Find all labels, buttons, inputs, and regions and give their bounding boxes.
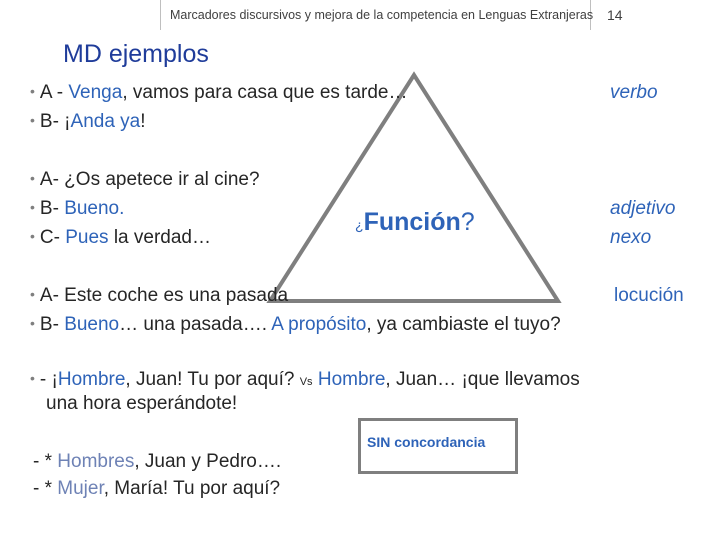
line-text: , Juan… ¡que llevamos bbox=[385, 369, 580, 390]
marker-anda-ya: Anda ya bbox=[70, 111, 141, 132]
dialogue-line-a1: • A - Venga, vamos para casa que es tarde… bbox=[30, 82, 407, 104]
dialogue-line-b2: • B- Bueno. bbox=[30, 198, 124, 220]
dialogue-line-a3: • A- Este coche es una pasada bbox=[30, 285, 288, 307]
concordancia-label: SIN concordancia bbox=[367, 434, 486, 450]
line-text: - * bbox=[33, 478, 58, 499]
line-text: ! bbox=[140, 111, 146, 132]
bullet-icon: • bbox=[30, 228, 35, 244]
triangle-label: ¿Función? bbox=[355, 208, 475, 237]
line-text: … una pasada…. bbox=[119, 314, 272, 335]
example-hombres: - * Hombres, Juan y Pedro…. bbox=[33, 451, 281, 473]
label-nexo: nexo bbox=[610, 227, 652, 248]
marker-bueno: Bueno. bbox=[64, 198, 125, 219]
line-text: , vamos para casa que es tarde… bbox=[122, 82, 408, 103]
line-text: , Juan y Pedro…. bbox=[134, 451, 282, 472]
line-text: - * bbox=[33, 451, 58, 472]
bullet-icon: • bbox=[30, 112, 35, 128]
bullet-icon: • bbox=[30, 315, 35, 331]
label-locucion: locución bbox=[614, 285, 684, 306]
line-text: , ya cambiaste el tuyo? bbox=[366, 314, 561, 335]
line-text: A- ¿Os apetece ir al cine? bbox=[39, 169, 260, 190]
example-mujer: - * Mujer, María! Tu por aquí? bbox=[33, 478, 280, 500]
vs-label: Vs bbox=[299, 376, 313, 388]
line-text: B- bbox=[39, 198, 65, 219]
marker-bueno-2: Bueno bbox=[64, 314, 120, 335]
marker-a-proposito: A propósito bbox=[271, 314, 367, 335]
dialogue-line-a2: • A- ¿Os apetece ir al cine? bbox=[30, 169, 260, 191]
line-text: , María! Tu por aquí? bbox=[103, 478, 281, 499]
label-funcion: Función bbox=[363, 208, 461, 236]
label-prefix: ¿ bbox=[355, 217, 364, 233]
bullet-icon: • bbox=[30, 83, 35, 99]
marker-venga: Venga bbox=[68, 82, 123, 103]
line-text: - ¡ bbox=[39, 369, 58, 390]
marker-hombres: Hombres bbox=[57, 451, 135, 472]
dialogue-line-b3: • B- Bueno… una pasada…. A propósito, ya … bbox=[30, 314, 561, 336]
bullet-icon: • bbox=[30, 286, 35, 302]
label-suffix: ? bbox=[460, 208, 475, 236]
marker-pues: Pues bbox=[65, 227, 109, 248]
line-text: C- bbox=[39, 227, 66, 248]
marker-hombre-2: Hombre bbox=[317, 369, 386, 390]
line-text: A - bbox=[39, 82, 69, 103]
dialogue-line-c2: • C- Pues la verdad… bbox=[30, 227, 211, 249]
bullet-icon: • bbox=[30, 170, 35, 186]
line-text: la verdad… bbox=[108, 227, 211, 248]
dialogue-line-hombre-cont: una hora esperándote! bbox=[46, 393, 238, 414]
marker-mujer: Mujer bbox=[57, 478, 104, 499]
dialogue-line-hombre: • - ¡Hombre, Juan! Tu por aquí? Vs Hombre… bbox=[30, 369, 580, 391]
bullet-icon: • bbox=[30, 199, 35, 215]
dialogue-line-b1: • B- ¡Anda ya! bbox=[30, 111, 146, 133]
line-text: B- ¡ bbox=[39, 111, 71, 132]
marker-hombre: Hombre bbox=[57, 369, 126, 390]
line-text: , Juan! Tu por aquí? bbox=[125, 369, 300, 390]
line-text: B- bbox=[39, 314, 65, 335]
bullet-icon: • bbox=[30, 370, 35, 386]
label-verbo: verbo bbox=[610, 82, 658, 103]
label-adjetivo: adjetivo bbox=[610, 198, 676, 219]
line-text: A- Este coche es una pasada bbox=[39, 285, 289, 306]
